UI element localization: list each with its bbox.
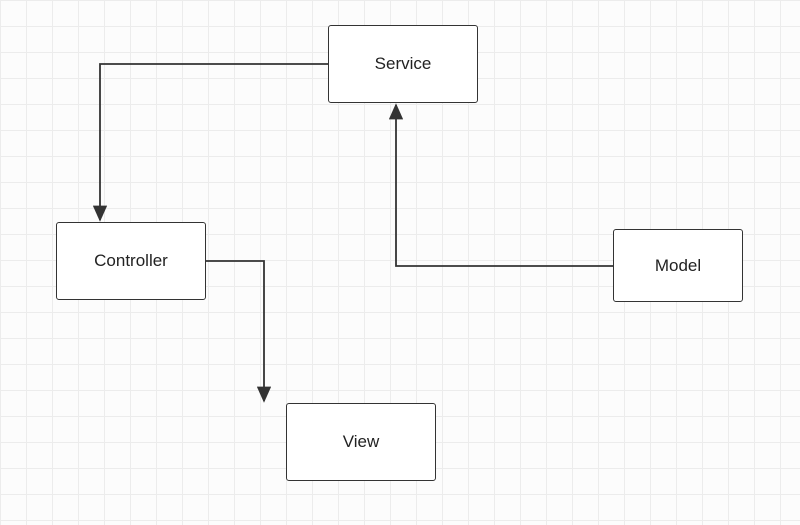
arrow-model-to-service <box>396 105 613 266</box>
node-view: View <box>286 403 436 481</box>
arrow-service-to-controller <box>100 64 328 220</box>
node-model: Model <box>613 229 743 302</box>
node-service: Service <box>328 25 478 103</box>
node-service-label: Service <box>375 54 432 74</box>
node-controller-label: Controller <box>94 251 168 271</box>
node-model-label: Model <box>655 256 701 276</box>
node-view-label: View <box>343 432 380 452</box>
arrow-controller-to-view <box>206 261 264 401</box>
node-controller: Controller <box>56 222 206 300</box>
